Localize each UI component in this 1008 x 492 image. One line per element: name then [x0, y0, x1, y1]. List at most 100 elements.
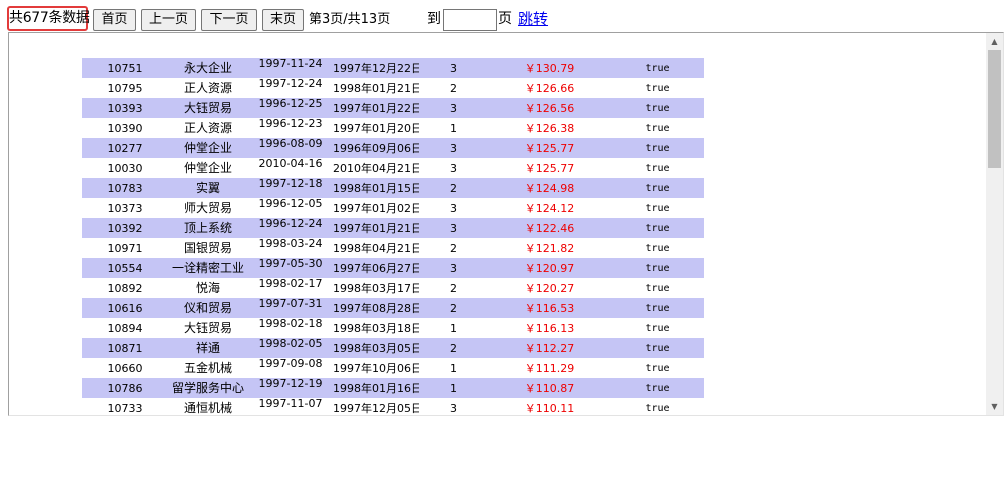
order-date-cell: 1998-02-18: [248, 318, 333, 338]
freight-amount-cell: ￥126.38: [488, 118, 611, 138]
order-id-cell: 10616: [82, 298, 168, 318]
freight-amount-cell: ￥125.77: [488, 158, 611, 178]
freight-amount-cell: ￥125.77: [488, 138, 611, 158]
freight-amount-cell: ￥110.11: [488, 398, 611, 415]
order-date-cell: 1996-08-09: [248, 138, 333, 158]
customer-name-cell: 五金机械: [168, 358, 248, 378]
customer-name-cell: 正人资源: [168, 78, 248, 98]
order-id-cell: 10795: [82, 78, 168, 98]
status-flag-cell: true: [611, 298, 704, 318]
order-date-cell: 1997-07-31: [248, 298, 333, 318]
order-id-cell: 10971: [82, 238, 168, 258]
order-id-cell: 10030: [82, 158, 168, 178]
first-page-button[interactable]: 首页: [93, 9, 136, 31]
customer-name-cell: 留学服务中心: [168, 378, 248, 398]
status-flag-cell: true: [611, 398, 704, 415]
jump-link[interactable]: 跳转: [518, 9, 548, 29]
results-frame[interactable]: 10751 永大企业 1997-11-24 1997年12月22日 3 ￥130.79 tr…: [8, 32, 1004, 416]
page-suffix-label: 页: [498, 11, 512, 27]
table-row: 10390 正人资源 1996-12-23 1997年01月20日 1 ￥126.38 tr…: [82, 118, 704, 138]
required-date-cell: 1998年01月21日: [333, 78, 419, 98]
order-date-cell: 1996-12-24: [248, 218, 333, 238]
required-date-cell: 1997年01月21日: [333, 218, 419, 238]
order-id-cell: 10393: [82, 98, 168, 118]
ship-via-cell: 1: [419, 118, 488, 138]
customer-name-cell: 师大贸易: [168, 198, 248, 218]
order-date-cell: 1997-05-30: [248, 258, 333, 278]
freight-amount-cell: ￥122.46: [488, 218, 611, 238]
order-id-cell: 10733: [82, 398, 168, 415]
status-flag-cell: true: [611, 318, 704, 338]
ship-via-cell: 1: [419, 318, 488, 338]
required-date-cell: 1998年03月17日: [333, 278, 419, 298]
ship-via-cell: 2: [419, 78, 488, 98]
table-row: 10871 祥通 1998-02-05 1998年03月05日 2 ￥112.27 true: [82, 338, 704, 358]
table-row: 10393 大钰贸易 1996-12-25 1997年01月22日 3 ￥126.56 tr…: [82, 98, 704, 118]
table-row: 10795 正人资源 1997-12-24 1998年01月21日 2 ￥126.66 tr…: [82, 78, 704, 98]
order-id-cell: 10660: [82, 358, 168, 378]
vertical-scrollbar[interactable]: ▲ ▼: [986, 33, 1003, 415]
freight-amount-cell: ￥124.98: [488, 178, 611, 198]
order-date-cell: 1997-11-07: [248, 398, 333, 415]
customer-name-cell: 顶上系统: [168, 218, 248, 238]
table-row: 10894 大钰贸易 1998-02-18 1998年03月18日 1 ￥116.13 tr…: [82, 318, 704, 338]
status-flag-cell: true: [611, 118, 704, 138]
freight-amount-cell: ￥130.79: [488, 58, 611, 78]
freight-amount-cell: ￥120.97: [488, 258, 611, 278]
ship-via-cell: 3: [419, 258, 488, 278]
order-id-cell: 10751: [82, 58, 168, 78]
table-row: 10373 师大贸易 1996-12-05 1997年01月02日 3 ￥124.12 tr…: [82, 198, 704, 218]
status-flag-cell: true: [611, 178, 704, 198]
ship-via-cell: 1: [419, 358, 488, 378]
status-flag-cell: true: [611, 278, 704, 298]
order-id-cell: 10786: [82, 378, 168, 398]
table-row: 10616 仪和贸易 1997-07-31 1997年08月28日 2 ￥116.53 tr…: [82, 298, 704, 318]
order-id-cell: 10277: [82, 138, 168, 158]
required-date-cell: 1997年01月22日: [333, 98, 419, 118]
ship-via-cell: 3: [419, 98, 488, 118]
total-count-label: 共677条数据: [7, 6, 90, 31]
table-row: 10892 悦海 1998-02-17 1998年03月17日 2 ￥120.27 true: [82, 278, 704, 298]
scrollbar-thumb[interactable]: [988, 50, 1001, 168]
table-row: 10751 永大企业 1997-11-24 1997年12月22日 3 ￥130.79 tr…: [82, 58, 704, 78]
order-id-cell: 10554: [82, 258, 168, 278]
order-date-cell: 2010-04-16: [248, 158, 333, 178]
table-row: 10554 一诠精密工业 1997-05-30 1997年06月27日 3 ￥120.97…: [82, 258, 704, 278]
order-date-cell: 1997-11-24: [248, 58, 333, 78]
order-id-cell: 10892: [82, 278, 168, 298]
ship-via-cell: 3: [419, 198, 488, 218]
status-flag-cell: true: [611, 58, 704, 78]
customer-name-cell: 大钰贸易: [168, 98, 248, 118]
order-id-cell: 10894: [82, 318, 168, 338]
required-date-cell: 2010年04月21日: [333, 158, 419, 178]
customer-name-cell: 仪和贸易: [168, 298, 248, 318]
table-row: 10971 国银贸易 1998-03-24 1998年04月21日 2 ￥121.82 tr…: [82, 238, 704, 258]
next-page-button[interactable]: 下一页: [201, 9, 257, 31]
table-row: 10733 通恒机械 1997-11-07 1997年12月05日 3 ￥110.11 tr…: [82, 398, 704, 415]
required-date-cell: 1997年08月28日: [333, 298, 419, 318]
order-date-cell: 1997-12-24: [248, 78, 333, 98]
scroll-up-icon[interactable]: ▲: [986, 33, 1003, 50]
required-date-cell: 1998年03月05日: [333, 338, 419, 358]
customer-name-cell: 悦海: [168, 278, 248, 298]
freight-amount-cell: ￥120.27: [488, 278, 611, 298]
required-date-cell: 1997年12月22日: [333, 58, 419, 78]
status-flag-cell: true: [611, 138, 704, 158]
ship-via-cell: 3: [419, 58, 488, 78]
freight-amount-cell: ￥126.66: [488, 78, 611, 98]
scroll-down-icon[interactable]: ▼: [986, 398, 1003, 415]
ship-via-cell: 3: [419, 158, 488, 178]
prev-page-button[interactable]: 上一页: [141, 9, 196, 31]
required-date-cell: 1997年12月05日: [333, 398, 419, 415]
required-date-cell: 1997年10月06日: [333, 358, 419, 378]
customer-name-cell: 永大企业: [168, 58, 248, 78]
last-page-button[interactable]: 末页: [262, 9, 304, 31]
customer-name-cell: 国银贸易: [168, 238, 248, 258]
status-flag-cell: true: [611, 258, 704, 278]
order-date-cell: 1996-12-23: [248, 118, 333, 138]
page-number-input[interactable]: [443, 9, 497, 31]
order-id-cell: 10392: [82, 218, 168, 238]
freight-amount-cell: ￥124.12: [488, 198, 611, 218]
freight-amount-cell: ￥110.87: [488, 378, 611, 398]
status-flag-cell: true: [611, 378, 704, 398]
